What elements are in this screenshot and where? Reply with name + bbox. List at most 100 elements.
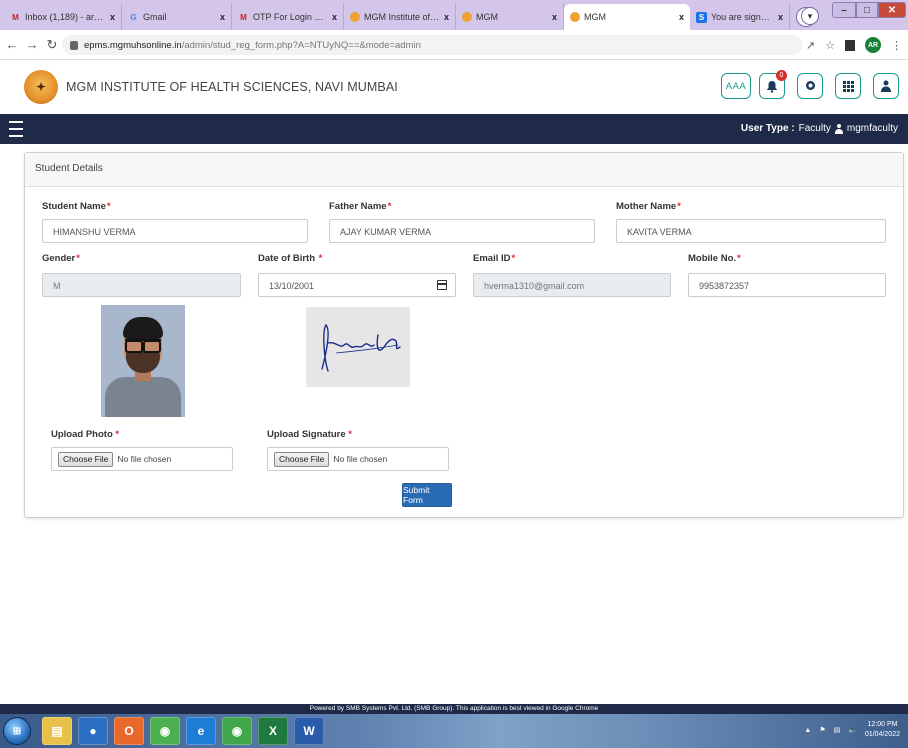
user-icon	[881, 80, 891, 92]
close-icon[interactable]: x	[220, 12, 225, 22]
minimize-icon[interactable]: –	[832, 2, 856, 18]
tab-title: Gmail	[143, 12, 167, 22]
user-type-info: User Type : Faculty mgmfaculty	[741, 123, 898, 134]
student-name-input[interactable]: HIMANSHU VERMA	[42, 219, 308, 243]
back-icon[interactable]: ←	[4, 37, 20, 52]
mother-name-input[interactable]: KAVITA VERMA	[616, 219, 886, 243]
student-photo	[101, 305, 185, 417]
close-icon[interactable]: x	[444, 12, 449, 22]
start-button[interactable]: ⊞	[3, 717, 31, 745]
forward-icon[interactable]: →	[24, 37, 40, 52]
google-icon: G	[130, 12, 137, 22]
gender-label: Gender*	[42, 253, 80, 264]
volume-icon[interactable]: 🔈	[848, 726, 857, 734]
browser-tab-gmail[interactable]: G Gmail x	[122, 4, 232, 30]
father-name-label: Father Name*	[329, 201, 392, 212]
browser-tab-signed-in[interactable]: S You are signed in as ihs x	[690, 4, 790, 30]
tab-title: MGM	[584, 12, 606, 22]
dob-value: 13/10/2001	[269, 281, 315, 291]
tab-title: MGM Institute of Health	[364, 12, 440, 22]
url-host: epms.mgmuhsonline.in	[84, 39, 182, 51]
browser-tab-inbox[interactable]: M Inbox (1,189) - arnonm x	[4, 4, 122, 30]
star-icon[interactable]: ☆	[825, 39, 835, 52]
network-icon[interactable]: ▤	[834, 726, 841, 734]
excel-icon[interactable]: X	[258, 717, 288, 745]
mgm-icon	[350, 12, 360, 22]
tray-arrow-icon[interactable]: ▲	[804, 727, 811, 734]
username[interactable]: mgmfaculty	[847, 123, 898, 134]
close-icon[interactable]: x	[552, 12, 557, 22]
browser-tab-strip: M Inbox (1,189) - arnonm x G Gmail x M O…	[0, 0, 908, 30]
upload-signature-input[interactable]: Choose File No file chosen	[267, 447, 449, 471]
student-name-label: Student Name*	[42, 201, 111, 212]
tab-search-icon[interactable]: ▾	[801, 7, 819, 25]
browser-tab-mgm-1[interactable]: MGM x	[456, 4, 564, 30]
choose-photo-button[interactable]: Choose File	[58, 451, 114, 467]
browser-tab-otp[interactable]: M OTP For Login Verificatio x	[232, 4, 344, 30]
hamburger-menu-icon[interactable]	[9, 121, 23, 137]
address-bar: ← → ↻ epms.mgmuhsonline.in/admin/stud_re…	[0, 30, 908, 60]
dob-input[interactable]: 13/10/2001	[258, 273, 456, 297]
user-type-label: User Type :	[740, 123, 795, 134]
windows-taskbar: ⊞ ▤ ● O ◉ e ◉ X W ▲ ⚑ ▤ 🔈 12:00 PM 01/04…	[0, 714, 908, 748]
browser-tab-mgm-institute[interactable]: MGM Institute of Health x	[344, 4, 456, 30]
chrome-profile-icon[interactable]: ◉	[222, 717, 252, 745]
gmail-icon: M	[12, 12, 19, 22]
maximize-icon[interactable]: □	[856, 2, 878, 18]
gmail-icon: M	[240, 12, 247, 22]
close-icon[interactable]: x	[110, 12, 115, 22]
mgm-logo: ✦	[24, 70, 58, 104]
mother-name-label: Mother Name*	[616, 201, 681, 212]
reload-icon[interactable]: ↻	[44, 37, 60, 53]
close-icon[interactable]: x	[679, 12, 684, 22]
word-icon[interactable]: W	[294, 717, 324, 745]
profile-avatar[interactable]: AR	[865, 37, 881, 53]
file-explorer-icon[interactable]: ▤	[42, 717, 72, 745]
location-button[interactable]	[797, 73, 823, 99]
lock-icon	[70, 40, 78, 50]
share-icon[interactable]: ↗	[806, 39, 815, 52]
notifications-button[interactable]: 0	[759, 70, 787, 99]
calendar-icon[interactable]	[437, 280, 447, 290]
extension-icon[interactable]	[845, 39, 855, 51]
mobile-input[interactable]: 9953872357	[688, 273, 886, 297]
outlook-icon[interactable]: O	[114, 717, 144, 745]
window-close-icon[interactable]: ✕	[878, 2, 906, 18]
close-icon[interactable]: x	[332, 12, 337, 22]
upload-photo-input[interactable]: Choose File No file chosen	[51, 447, 233, 471]
signature-file-status: No file chosen	[333, 454, 388, 464]
browser-tab-mgm-active[interactable]: MGM x	[564, 4, 690, 30]
clock-date: 01/04/2022	[864, 731, 900, 738]
mgm-icon	[462, 12, 472, 22]
url-path: /admin/stud_reg_form.php?A=NTUyNQ==&mode…	[181, 39, 421, 51]
page-footer: Powered by SMB Systems Pvt. Ltd. (SMB Gr…	[0, 704, 908, 714]
site-header: ✦ MGM INSTITUTE OF HEALTH SCIENCES, NAVI…	[0, 60, 908, 114]
chrome-icon[interactable]: ●	[78, 717, 108, 745]
tab-title: OTP For Login Verificatio	[253, 12, 328, 22]
top-navbar: User Type : Faculty mgmfaculty	[0, 114, 908, 144]
apps-grid-button[interactable]	[835, 73, 861, 99]
site-title: MGM INSTITUTE OF HEALTH SCIENCES, NAVI M…	[66, 80, 398, 94]
choose-signature-button[interactable]: Choose File	[274, 451, 330, 467]
submit-form-button[interactable]: Submit Form	[402, 483, 452, 507]
dob-label: Date of Birth *	[258, 253, 323, 264]
grid-icon	[842, 80, 854, 92]
internet-explorer-icon[interactable]: e	[186, 717, 216, 745]
browser-app-icon[interactable]: ◉	[150, 717, 180, 745]
url-input[interactable]: epms.mgmuhsonline.in/admin/stud_reg_form…	[62, 35, 802, 55]
font-size-button[interactable]: AAA	[721, 73, 751, 99]
father-name-input[interactable]: AJAY KUMAR VERMA	[329, 219, 595, 243]
user-profile-button[interactable]	[873, 73, 899, 99]
system-clock[interactable]: 12:00 PM 01/04/2022	[865, 720, 900, 740]
close-icon[interactable]: x	[778, 12, 783, 22]
tab-title: MGM	[476, 12, 498, 22]
student-details-card: Student Details Student Name* HIMANSHU V…	[24, 152, 904, 518]
flag-icon[interactable]: ⚑	[819, 726, 825, 734]
photo-file-status: No file chosen	[117, 454, 172, 464]
menu-kebab-icon[interactable]: ⋮	[891, 39, 902, 52]
tab-title: Inbox (1,189) - arnonm	[25, 12, 106, 22]
location-icon	[805, 81, 815, 90]
user-icon	[834, 123, 843, 134]
mobile-label: Mobile No.*	[688, 253, 741, 264]
mgm-icon	[570, 12, 580, 22]
